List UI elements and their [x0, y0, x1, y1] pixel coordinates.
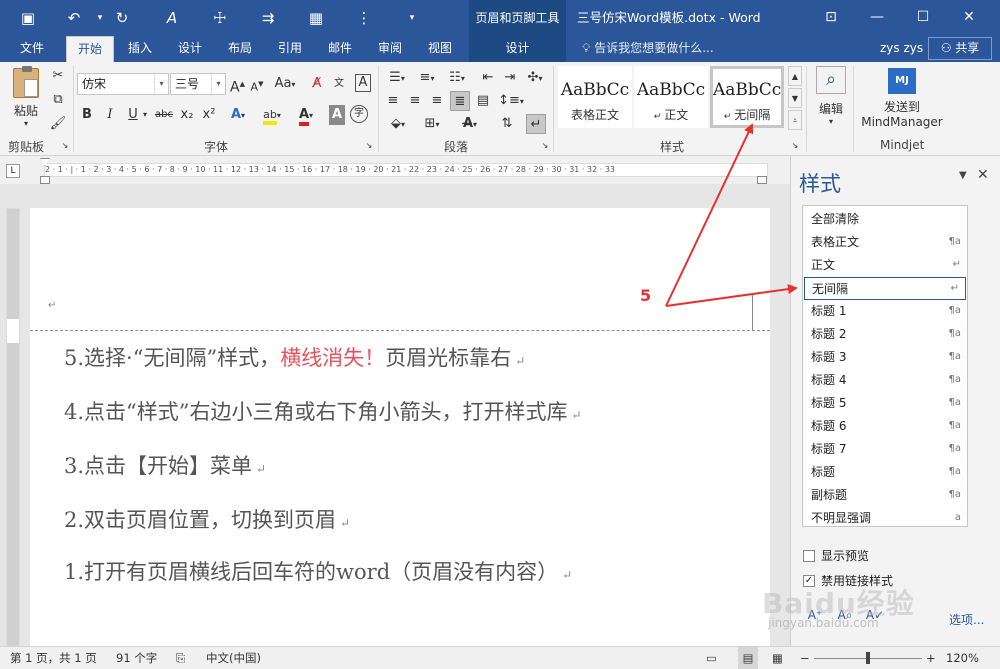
zoom-in-icon[interactable]: +: [926, 647, 936, 669]
zoom-level[interactable]: 120%: [946, 647, 979, 669]
annotation-overlay: [665, 123, 798, 307]
page-count[interactable]: 第 1 页，共 1 页: [10, 647, 97, 669]
zoom-out-icon[interactable]: −: [800, 647, 810, 669]
status-bar: 第 1 页，共 1 页 91 个字 ⎘ 中文(中国) ▭ ▤ ▦ − + 120…: [0, 646, 1000, 669]
read-mode-icon[interactable]: ▭: [706, 647, 717, 669]
web-layout-icon[interactable]: ▦: [772, 647, 783, 669]
annotation-number: 5: [640, 286, 652, 305]
word-window: ▣ ↶ ▾ ↻ A ☩ ⇉ ▦ ⋮ ▾ 页眉和页脚工具 三号仿宋Word模板.d…: [0, 0, 1000, 669]
annotation-arrow: [665, 123, 754, 307]
annotation-arrow: [665, 284, 798, 307]
word-count[interactable]: 91 个字: [116, 647, 157, 669]
proofing-icon[interactable]: ⎘: [176, 647, 185, 669]
zoom-thumb[interactable]: [866, 652, 870, 664]
language[interactable]: 中文(中国): [206, 647, 261, 669]
watermark-url: jingyan.baidu.com: [768, 616, 879, 630]
print-layout-icon[interactable]: ▤: [738, 647, 758, 669]
